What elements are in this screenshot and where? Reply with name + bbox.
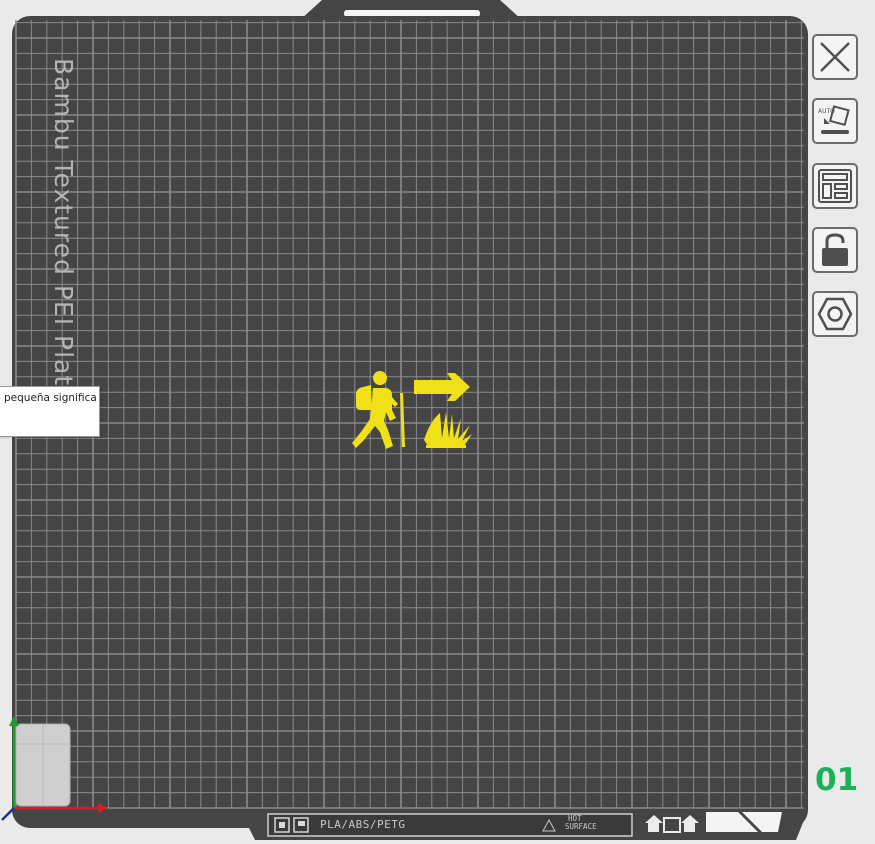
arrange-button[interactable] bbox=[812, 163, 858, 209]
hexagon-settings-icon bbox=[817, 297, 853, 331]
tooltip-text: pequeña significa bbox=[4, 392, 97, 404]
z-axis bbox=[1, 807, 15, 821]
plate-graphic bbox=[1, 0, 808, 840]
plate-type-label: Bambu Textured PEI Plate bbox=[49, 58, 78, 403]
arrange-layout-icon bbox=[818, 169, 852, 203]
auto-orient-icon: AUTO bbox=[818, 105, 850, 134]
build-plate[interactable]: Bambu Textured PEI Plate PLA/ABS/PETG HO… bbox=[0, 0, 875, 844]
plate-number: 01 bbox=[815, 762, 859, 798]
plate-handle bbox=[344, 10, 480, 17]
plate-settings-button[interactable] bbox=[812, 291, 858, 337]
close-icon bbox=[820, 42, 850, 72]
hot-surface-label: HOT SURFACE bbox=[565, 815, 597, 831]
auto-orient-button[interactable]: AUTO bbox=[812, 98, 858, 144]
hot-surface-line2: SURFACE bbox=[565, 822, 597, 831]
close-plate-button[interactable] bbox=[812, 34, 858, 80]
plate-body bbox=[12, 16, 808, 828]
unlock-icon bbox=[822, 233, 848, 266]
filament-compat-label: PLA/ABS/PETG bbox=[320, 818, 406, 831]
tooltip: pequeña significa bbox=[0, 386, 100, 437]
lock-plate-button[interactable] bbox=[812, 227, 858, 273]
